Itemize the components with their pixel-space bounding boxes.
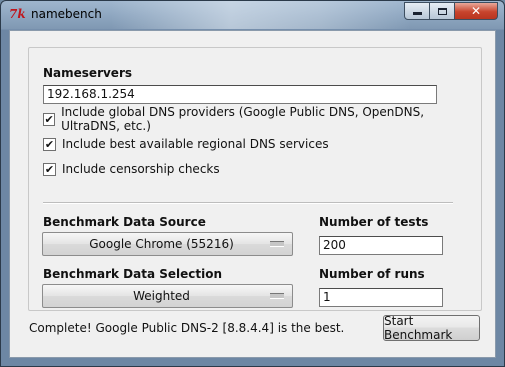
- window-title: namebench: [31, 7, 102, 21]
- title-bar[interactable]: 7k namebench ✕: [1, 1, 504, 29]
- regional-services-label: Include best available regional DNS serv…: [62, 137, 329, 151]
- censorship-checks-label: Include censorship checks: [62, 162, 220, 176]
- regional-services-checkbox[interactable]: ✔: [43, 137, 56, 151]
- num-runs-label: Number of runs: [319, 267, 425, 281]
- benchmark-selection-label: Benchmark Data Selection: [43, 267, 223, 281]
- separator: [43, 202, 453, 204]
- dropdown-handle-icon: [270, 293, 284, 299]
- checkbox-row-regional[interactable]: ✔ Include best available regional DNS se…: [43, 136, 329, 152]
- close-button[interactable]: ✕: [454, 2, 498, 20]
- minimize-button[interactable]: [404, 2, 430, 20]
- num-tests-label: Number of tests: [319, 215, 429, 229]
- nameservers-input[interactable]: 192.168.1.254: [43, 85, 437, 104]
- nameservers-label: Nameservers: [43, 66, 133, 80]
- checkbox-row-global[interactable]: ✔ Include global DNS providers (Google P…: [43, 105, 481, 133]
- minimize-icon: [412, 12, 422, 15]
- close-icon: ✕: [470, 4, 482, 18]
- maximize-button[interactable]: [429, 2, 455, 20]
- num-tests-input[interactable]: 200: [319, 236, 443, 255]
- tk-feather-icon[interactable]: 7k: [9, 7, 27, 22]
- app-window: 7k namebench ✕ Nameservers 192.168.1.254…: [0, 0, 505, 367]
- checkbox-row-censorship[interactable]: ✔ Include censorship checks: [43, 161, 220, 177]
- dropdown-handle-icon: [270, 241, 284, 247]
- settings-panel: Nameservers 192.168.1.254 ✔ Include glob…: [28, 47, 482, 311]
- global-providers-label: Include global DNS providers (Google Pub…: [61, 105, 425, 133]
- benchmark-source-value: Google Chrome (55216): [89, 237, 234, 251]
- benchmark-selection-value: Weighted: [133, 289, 190, 303]
- maximize-icon: [437, 7, 447, 15]
- benchmark-source-dropdown[interactable]: Google Chrome (55216): [42, 232, 293, 256]
- title-bar-background: [111, 1, 411, 29]
- num-runs-input[interactable]: 1: [319, 288, 443, 307]
- client-area: Nameservers 192.168.1.254 ✔ Include glob…: [9, 30, 496, 358]
- global-providers-checkbox[interactable]: ✔: [43, 112, 56, 126]
- benchmark-selection-dropdown[interactable]: Weighted: [42, 284, 293, 308]
- window-controls: ✕: [404, 2, 498, 22]
- censorship-checks-checkbox[interactable]: ✔: [43, 162, 56, 176]
- start-benchmark-button[interactable]: Start Benchmark: [383, 314, 480, 342]
- benchmark-source-label: Benchmark Data Source: [43, 215, 206, 229]
- status-message: Complete! Google Public DNS-2 [8.8.4.4] …: [29, 321, 345, 335]
